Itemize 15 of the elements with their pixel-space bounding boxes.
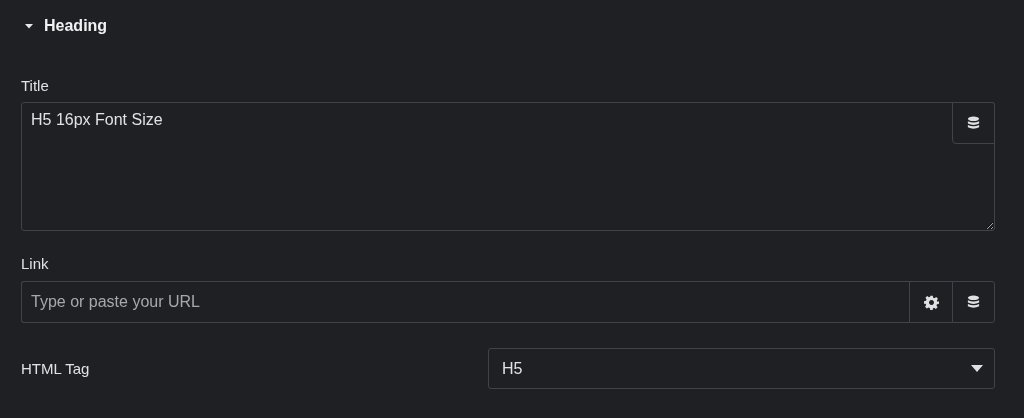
url-input[interactable]: Type or paste your URL — [21, 281, 909, 323]
dropdown-caret-icon — [971, 364, 983, 373]
database-icon — [966, 115, 981, 131]
dynamic-tags-button[interactable] — [952, 281, 995, 323]
field-label: HTML Tag — [21, 360, 90, 377]
dynamic-tags-button[interactable] — [952, 102, 995, 144]
settings-button[interactable] — [909, 281, 952, 323]
field-label: Link — [21, 255, 50, 274]
caret-icon[interactable] — [24, 21, 34, 31]
title-textarea[interactable]: H5 16px Font Size — [21, 102, 995, 231]
section-title[interactable]: Heading — [44, 17, 108, 35]
html-tag-select[interactable]: H5 — [488, 348, 995, 389]
settings-icon — [923, 294, 939, 310]
field-label: Title — [21, 77, 50, 96]
database-icon — [966, 294, 981, 310]
